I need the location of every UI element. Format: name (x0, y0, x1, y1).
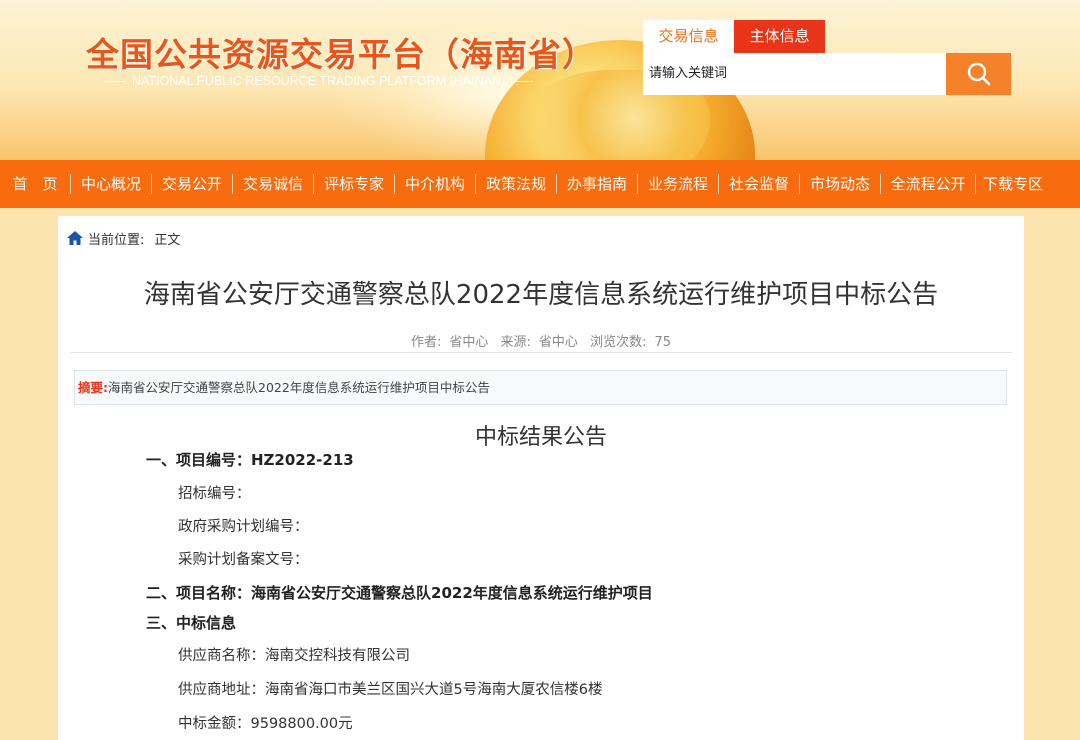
meta-author: 省中心 (449, 335, 489, 350)
nav-item[interactable]: 全流程公开 (881, 160, 975, 208)
site-subtitle: NATIONAL PUBLIC RESOURCE TRADING PLATFOR… (98, 74, 539, 88)
search-button[interactable] (946, 53, 1011, 95)
main-nav: 首 页中心概况 交易公开 交易诚信 评标专家 中介机构 政策法规 办事指南 业务流程 社会监督市… (0, 160, 1080, 208)
breadcrumb-prefix: 当前位置: (88, 232, 145, 248)
nav-item[interactable]: 中介机构 (395, 160, 475, 208)
section-heading: 三、中标信息 (146, 614, 237, 632)
section-title: 中标结果公告 (474, 425, 607, 450)
subtitle-dash-right (511, 81, 534, 83)
section-heading: 二、项目名称：海南省公安厅交通警察总队2022年度信息系统运行维护项目 (146, 584, 653, 602)
meta-author-label: 作者: (410, 335, 442, 350)
article-title: 海南省公安厅交通警察总队2022年度信息系统运行维护项目中标公告 (143, 280, 939, 310)
abstract-text: 海南省公安厅交通警察总队2022年度信息系统运行维护项目中标公告 (108, 380, 490, 395)
field-line: 政府采购计划编号： (178, 519, 309, 535)
tab-trading-info[interactable]: 交易信息 (643, 20, 734, 53)
nav-item[interactable]: 办事指南 (557, 160, 637, 208)
subtitle-dash-left (104, 81, 126, 83)
nav-item[interactable]: 政策法规 (476, 160, 556, 208)
section-heading: 一、项目编号：HZ2022-213 (146, 451, 354, 469)
field-line: 供应商地址：海南省海口市美兰区国兴大道5号海南大厦农信楼6楼 (178, 682, 603, 698)
tab-entity-info[interactable]: 主体信息 (734, 20, 825, 53)
search-input[interactable]: 请输入关键词 (643, 53, 946, 95)
nav-item[interactable]: 交易诚信 (233, 160, 313, 208)
nav-item[interactable]: 交易公开 (152, 160, 232, 208)
abstract-box: 摘要:海南省公安厅交通警察总队2022年度信息系统运行维护项目中标公告 (74, 370, 1007, 405)
content-card: 当前位置: 正文 海南省公安厅交通警察总队2022年度信息系统运行维护项目中标公… (58, 216, 1024, 740)
abstract-label: 摘要: (78, 380, 108, 395)
meta-views: 75 (654, 335, 672, 350)
site-subtitle-text: NATIONAL PUBLIC RESOURCE TRADING PLATFOR… (132, 74, 506, 88)
nav-item[interactable]: 社会监督 (719, 160, 799, 208)
search-icon (967, 62, 990, 86)
divider (70, 352, 1012, 353)
nav-item[interactable]: 下载专区 (976, 160, 1050, 208)
site-title[interactable]: 全国公共资源交易平台（海南省） (86, 28, 596, 76)
article-meta: 作者: 省中心 来源: 省中心 浏览次数: 75 (58, 331, 1024, 350)
meta-source: 省中心 (538, 335, 578, 350)
nav-item[interactable]: 中心概况 (71, 160, 151, 208)
breadcrumb: 当前位置: 正文 (66, 228, 180, 248)
site-banner: 全国公共资源交易平台（海南省） NATIONAL PUBLIC RESOURCE… (0, 0, 1080, 160)
nav-item[interactable]: 业务流程 (638, 160, 718, 208)
field-line: 供应商名称：海南交控科技有限公司 (178, 648, 410, 664)
nav-item[interactable]: 市场动态 (800, 160, 880, 208)
field-line: 采购计划备案文号： (178, 552, 309, 568)
breadcrumb-current: 正文 (154, 232, 181, 248)
meta-views-label: 浏览次数: (590, 335, 647, 350)
home-icon[interactable] (66, 230, 84, 246)
nav-item[interactable]: 评标专家 (314, 160, 394, 208)
search-tabs: 交易信息 主体信息 (643, 20, 825, 53)
field-line: 招标编号： (178, 486, 251, 502)
meta-source-label: 来源: (500, 335, 531, 350)
nav-item[interactable]: 首 页 (0, 160, 70, 208)
field-line: 中标金额：9598800.00元 (178, 716, 353, 732)
